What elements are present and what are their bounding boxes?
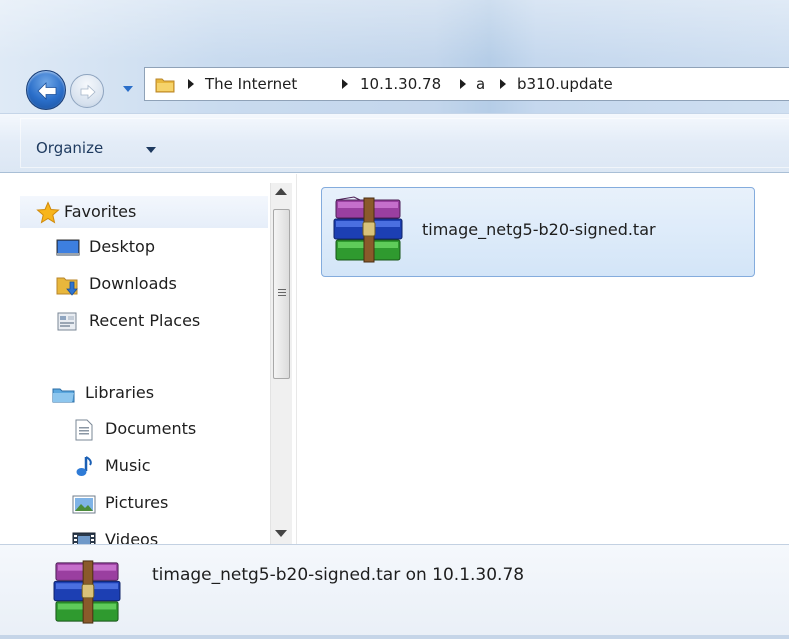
recent-places-icon	[57, 312, 77, 331]
breadcrumb-host[interactable]: 10.1.30.78	[360, 75, 441, 93]
downloads-folder-icon	[56, 277, 78, 296]
nav-libraries[interactable]: Libraries	[52, 377, 266, 409]
nav-favorites[interactable]: Favorites	[20, 196, 268, 228]
nav-item-recent-places[interactable]: Recent Places	[56, 305, 266, 337]
breadcrumb-b310-update[interactable]: b310.update	[517, 75, 613, 93]
chevron-down-icon[interactable]	[121, 82, 135, 96]
libraries-icon	[52, 388, 75, 403]
documents-icon	[75, 419, 93, 441]
command-bar: Organize	[0, 113, 789, 173]
breadcrumb-arrow-icon[interactable]	[459, 79, 467, 89]
nav-favorites-label: Favorites	[64, 202, 137, 221]
back-button[interactable]	[26, 70, 66, 110]
navigation-pane: Favorites Desktop Downloads Recent Place…	[20, 174, 270, 544]
nav-item-label: Downloads	[89, 274, 177, 293]
breadcrumb-the-internet[interactable]: The Internet	[205, 75, 297, 93]
nav-item-label: Documents	[105, 419, 197, 438]
chevron-down-icon[interactable]	[146, 147, 156, 153]
window-bottom-border	[0, 635, 789, 639]
nav-item-label: Pictures	[105, 493, 169, 512]
scroll-down-arrow-icon[interactable]	[275, 530, 287, 538]
arrow-right-icon	[80, 84, 96, 100]
arrow-left-icon	[37, 82, 57, 100]
winrar-archive-icon	[53, 560, 121, 624]
file-name[interactable]: timage_netg5-b20-signed.tar	[422, 220, 656, 239]
scrollbar-thumb[interactable]	[273, 209, 290, 379]
nav-item-label: Desktop	[89, 237, 155, 256]
grip-icon	[278, 289, 286, 296]
nav-item-label: Music	[105, 456, 151, 475]
details-text: timage_netg5-b20-signed.tar on 10.1.30.7…	[152, 565, 525, 585]
nav-item-label: Recent Places	[89, 311, 201, 330]
nav-item-music[interactable]: Music	[72, 450, 266, 482]
breadcrumb-arrow-icon[interactable]	[187, 79, 195, 89]
nav-item-documents[interactable]: Documents	[72, 413, 266, 445]
videos-icon	[72, 532, 96, 544]
winrar-archive-icon	[333, 196, 403, 263]
scroll-up-arrow-icon[interactable]	[275, 187, 287, 195]
file-item[interactable]: timage_netg5-b20-signed.tar	[321, 187, 755, 277]
address-bar[interactable]: The Internet 10.1.30.78 a b310.update	[144, 67, 789, 101]
nav-item-desktop[interactable]: Desktop	[56, 231, 266, 263]
nav-pane-scrollbar[interactable]	[270, 183, 292, 544]
breadcrumb-a[interactable]: a	[476, 75, 485, 93]
forward-button[interactable]	[70, 74, 104, 108]
nav-libraries-label: Libraries	[85, 383, 155, 402]
nav-item-videos[interactable]: Videos	[72, 524, 266, 544]
breadcrumb-arrow-icon[interactable]	[499, 79, 507, 89]
music-icon	[76, 456, 92, 476]
pictures-icon	[72, 495, 96, 514]
breadcrumb-arrow-icon[interactable]	[341, 79, 349, 89]
nav-item-pictures[interactable]: Pictures	[72, 487, 266, 519]
details-pane: timage_netg5-b20-signed.tar on 10.1.30.7…	[0, 544, 789, 639]
organize-button[interactable]: Organize	[36, 139, 103, 157]
nav-item-downloads[interactable]: Downloads	[56, 268, 266, 300]
desktop-icon	[56, 239, 80, 256]
star-icon	[36, 201, 60, 224]
folder-icon	[155, 78, 175, 93]
file-list: timage_netg5-b20-signed.tar	[297, 174, 789, 544]
nav-item-label: Videos	[105, 530, 159, 544]
